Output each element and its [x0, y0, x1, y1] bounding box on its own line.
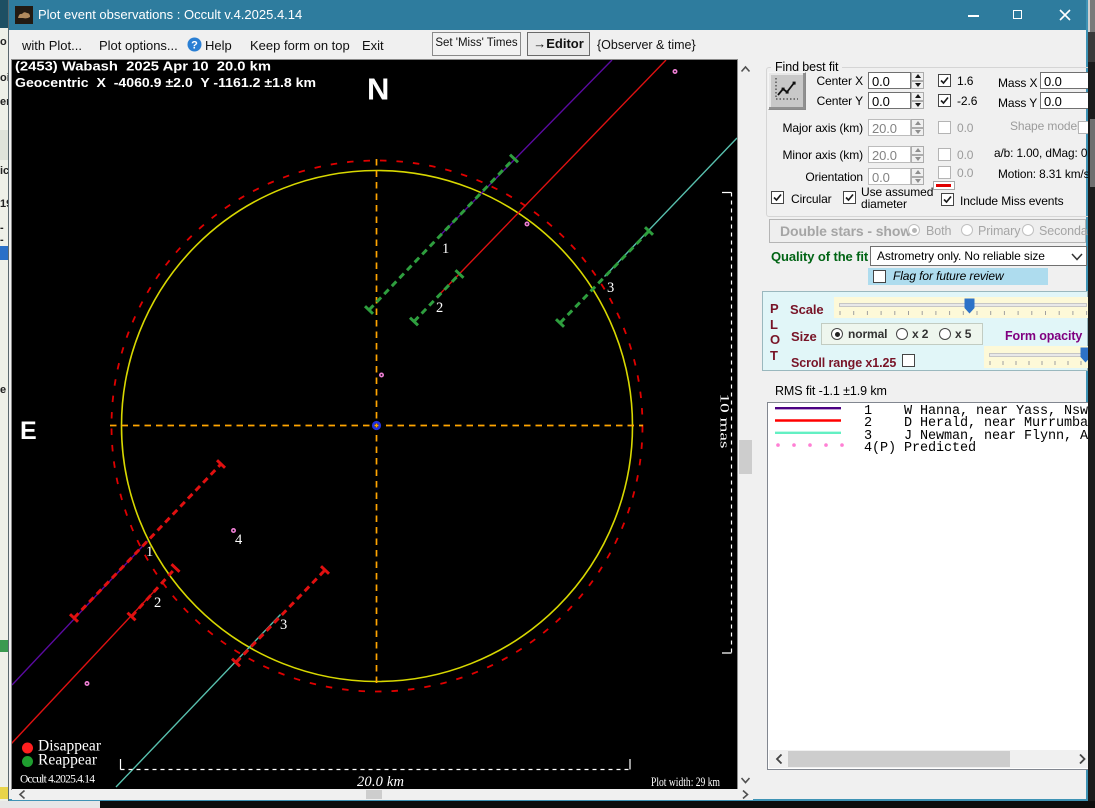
svg-text:(2453) Wabash 2025 Apr 10 20: (2453) Wabash 2025 Apr 10 20.0 km	[15, 60, 271, 74]
svg-text:N: N	[367, 72, 389, 107]
svg-text:Geocentric X -4060.9 ±2.0 Y: Geocentric X -4060.9 ±2.0 Y -1161.2 ±1.8…	[15, 75, 316, 90]
svg-text:3: 3	[280, 617, 287, 633]
svg-text:Reappear: Reappear	[38, 752, 98, 769]
svg-text:1: 1	[146, 544, 153, 560]
svg-text:10 mas: 10 mas	[718, 394, 733, 449]
svg-text:?: ?	[191, 40, 198, 52]
svg-text:4: 4	[235, 532, 243, 548]
svg-text:E: E	[20, 417, 37, 445]
svg-text:Occult 4.2025.4.14: Occult 4.2025.4.14	[20, 774, 95, 786]
svg-text:3: 3	[607, 280, 614, 296]
svg-text:1: 1	[442, 241, 449, 257]
svg-text:2: 2	[436, 300, 443, 316]
svg-text:20.0 km: 20.0 km	[357, 774, 404, 789]
svg-text:Plot width: 29 km: Plot width: 29 km	[651, 774, 720, 789]
svg-text:2: 2	[154, 595, 161, 611]
